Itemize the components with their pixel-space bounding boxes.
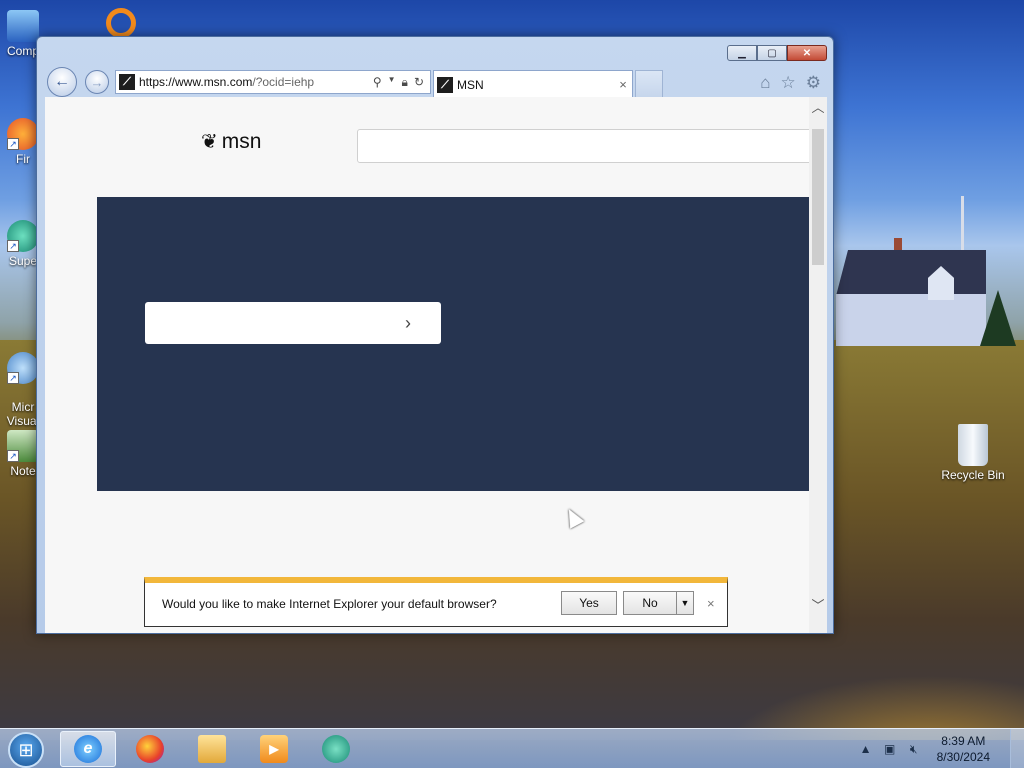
desktop-icon-label: Micr Visual — [6, 400, 40, 428]
notification-message: Would you like to make Internet Explorer… — [162, 597, 497, 611]
msn-favicon-icon: ⟋ — [437, 76, 453, 93]
url-host: https://www.msn.com — [139, 75, 253, 89]
clock-time: 8:39 AM — [941, 734, 986, 748]
recycle-bin-icon — [958, 424, 988, 466]
butterfly-icon: ❦ — [201, 131, 218, 153]
minimize-button[interactable]: ▁ — [727, 45, 757, 61]
clock[interactable]: 8:39 AM 8/30/2024 — [937, 733, 990, 765]
clock-date: 8/30/2024 — [936, 750, 990, 764]
media-player-icon: ▶ — [260, 735, 288, 763]
scroll-up-icon[interactable]: ︿ — [809, 99, 827, 117]
internet-explorer-icon: e — [74, 735, 102, 763]
favorites-icon[interactable]: ☆ — [781, 73, 796, 93]
new-tab-button[interactable] — [635, 70, 663, 98]
page-viewport[interactable]: ❦ msn › — [45, 97, 809, 633]
minimize-icon: ▁ — [738, 47, 746, 59]
refresh-icon[interactable]: ↻ — [414, 75, 424, 90]
url-path: /?ocid=iehp — [252, 75, 315, 89]
scrollbar-thumb[interactable] — [812, 129, 824, 265]
tab-title: MSN — [457, 77, 484, 92]
close-icon: ✕ — [802, 47, 812, 59]
notification-close-icon[interactable]: × — [707, 596, 715, 611]
chevron-right-icon: › — [405, 312, 411, 333]
show-desktop-button[interactable] — [1010, 729, 1024, 768]
back-arrow-icon: ← — [54, 73, 70, 90]
close-window-button[interactable]: ✕ — [787, 45, 827, 61]
settings-icon[interactable]: ⚙ — [806, 73, 821, 93]
windows-logo-icon: ⊞ — [18, 739, 34, 760]
taskbar-file-explorer[interactable] — [184, 731, 240, 767]
forward-button[interactable]: → — [85, 70, 109, 94]
desktop-icon-label: Note — [10, 464, 36, 478]
hero-action-button[interactable]: › — [145, 302, 441, 344]
hero-banner: › — [97, 197, 809, 491]
no-options-dropdown[interactable]: ▼ — [676, 591, 694, 615]
command-icons: ⌂ ☆ ⚙ — [760, 73, 821, 93]
desktop-icon-label: Recycle Bin — [941, 468, 1005, 482]
internet-explorer-window[interactable]: ▁ ▢ ✕ ← → ⟋ https://www.msn.com/?ocid=ie… — [36, 36, 834, 634]
taskbar: ⊞ e ▶ ▲ ▣ 🔇︎ 8:39 AM 8/30/2024 — [0, 728, 1024, 768]
volume-muted-icon[interactable]: 🔇︎ — [905, 742, 923, 757]
file-explorer-icon — [198, 735, 226, 763]
no-button[interactable]: No — [623, 591, 677, 615]
maximize-button[interactable]: ▢ — [757, 45, 787, 61]
desktop-icon-label: Supe — [8, 254, 38, 268]
back-button[interactable]: ← — [47, 67, 77, 97]
maximize-icon: ▢ — [767, 47, 777, 59]
scroll-down-icon[interactable]: ﹀ — [809, 597, 827, 615]
yes-button[interactable]: Yes — [561, 591, 617, 615]
firefox-icon — [136, 735, 164, 763]
address-bar-icons: ⚲ ▼ 🔒︎ ↻ — [373, 75, 430, 90]
show-hidden-icons-icon[interactable]: ▲ — [857, 742, 875, 756]
network-icon[interactable]: ▣ — [881, 742, 899, 756]
firefox-icon: ↗ — [7, 118, 39, 150]
app-icon — [106, 8, 136, 38]
tab-msn[interactable]: ⟋ MSN × — [433, 70, 633, 98]
address-bar[interactable]: ⟋ https://www.msn.com/?ocid=iehp ⚲ ▼ 🔒︎ … — [115, 70, 431, 94]
taskbar-firefox[interactable] — [122, 731, 178, 767]
app-icon: ↗ — [7, 220, 39, 252]
app-icon — [322, 735, 350, 763]
desktop-icon-label: Comp — [6, 44, 39, 58]
tab-close-icon[interactable]: × — [614, 77, 632, 92]
address-url[interactable]: https://www.msn.com/?ocid=iehp — [139, 75, 373, 89]
taskbar-app[interactable] — [308, 731, 364, 767]
notepad-icon: ↗ — [7, 430, 39, 462]
visual-studio-icon: ↗ — [7, 352, 39, 384]
lock-icon[interactable]: 🔒︎ — [402, 75, 408, 90]
vertical-scrollbar[interactable]: ︿ ﹀ — [809, 97, 827, 633]
start-button[interactable]: ⊞ — [8, 732, 44, 768]
default-browser-notification: Would you like to make Internet Explorer… — [144, 577, 728, 627]
taskbar-media-player[interactable]: ▶ — [246, 731, 302, 767]
msn-logo[interactable]: ❦ msn — [201, 129, 261, 154]
dropdown-arrow-icon: ▼ — [680, 598, 690, 608]
search-icon[interactable]: ⚲ — [373, 75, 382, 90]
wallpaper-house — [836, 238, 986, 346]
msn-favicon-icon: ⟋ — [119, 74, 135, 90]
desktop-icon-recycle-bin[interactable]: Recycle Bin — [938, 424, 1008, 482]
system-tray: ▲ ▣ 🔇︎ 8:39 AM 8/30/2024 — [857, 729, 1024, 768]
dropdown-icon[interactable]: ▼ — [388, 75, 396, 90]
taskbar-internet-explorer[interactable]: e — [60, 731, 116, 767]
forward-arrow-icon: → — [90, 74, 104, 90]
computer-icon — [7, 10, 39, 42]
home-icon[interactable]: ⌂ — [760, 73, 770, 93]
msn-logo-text: msn — [221, 129, 262, 153]
desktop-icon-label: Fir — [16, 152, 30, 166]
window-controls: ▁ ▢ ✕ — [727, 45, 827, 61]
search-input[interactable] — [357, 129, 809, 163]
